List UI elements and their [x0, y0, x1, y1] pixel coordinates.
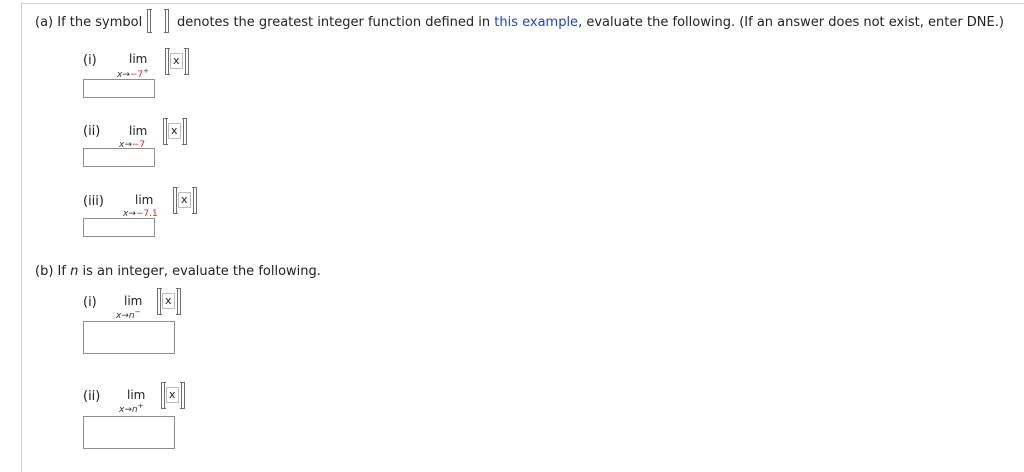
greatest-integer-bracket-icon: x: [165, 48, 189, 75]
part-a-ii-label: (ii): [83, 124, 101, 139]
part-b-intro: (b) If n is an integer, evaluate the fol…: [35, 264, 321, 279]
variable-x: x: [166, 387, 179, 403]
limit-operator: lim: [127, 388, 146, 402]
variable-x: x: [168, 123, 181, 139]
limit-operator: lim: [135, 193, 154, 207]
this-example-link[interactable]: this example: [494, 15, 578, 30]
limit-operator: lim: [129, 124, 148, 138]
greatest-integer-bracket-icon: x: [161, 382, 185, 409]
part-b-intro-var: n: [70, 264, 79, 279]
variable-x: x: [178, 192, 191, 208]
part-a-intro: (a) If the symbol: [35, 15, 142, 30]
variable-x: x: [162, 293, 175, 309]
part-a-iii-label: (iii): [83, 194, 104, 209]
greatest-integer-bracket-icon: x: [173, 187, 197, 214]
answer-input-a-i[interactable]: [83, 79, 155, 98]
answer-input-a-iii[interactable]: [83, 218, 155, 237]
part-a-intro-prefix: (a) If the symbol: [35, 15, 143, 30]
limit-operator: lim: [129, 52, 148, 66]
answer-input-b-ii[interactable]: [83, 416, 175, 449]
part-b-intro-prefix: (b) If: [35, 264, 66, 279]
part-a-intro-rest: denotes the greatest integer function de…: [177, 15, 1004, 30]
limit-subscript: x→n+: [119, 402, 144, 415]
greatest-integer-symbol-icon: [147, 9, 169, 33]
part-b-intro-suffix: is an integer, evaluate the following.: [82, 264, 321, 279]
part-a-i-label: (i): [83, 53, 97, 68]
part-b-ii-label: (ii): [83, 389, 101, 404]
part-b-i-label: (i): [83, 295, 97, 310]
greatest-integer-bracket-icon: x: [163, 118, 187, 145]
answer-input-a-ii[interactable]: [83, 148, 155, 167]
limit-subscript: x→n−: [116, 308, 141, 321]
part-a-intro-mid: denotes the greatest integer function de…: [177, 15, 491, 30]
answer-input-b-i[interactable]: [83, 321, 175, 354]
greatest-integer-bracket-icon: x: [157, 288, 181, 315]
variable-x: x: [170, 53, 183, 69]
limit-operator: lim: [124, 294, 143, 308]
part-a-intro-suffix: , evaluate the following. (If an answer …: [578, 15, 1004, 30]
